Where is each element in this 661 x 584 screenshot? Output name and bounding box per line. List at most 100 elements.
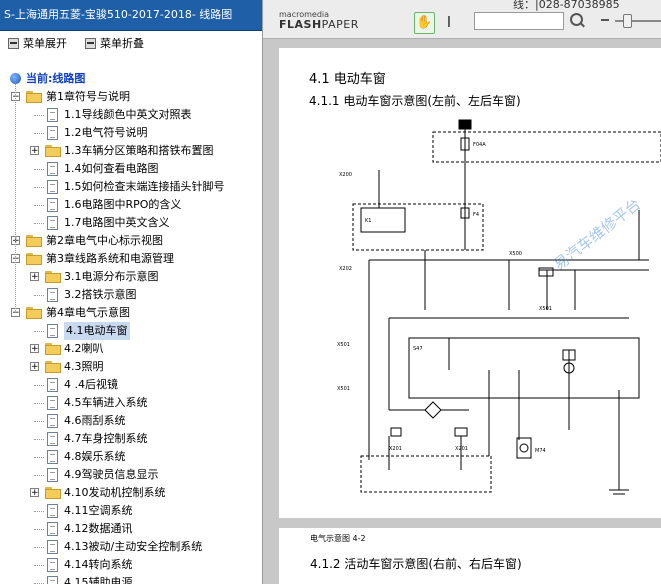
folder-icon <box>45 271 61 283</box>
text-select-icon[interactable]: I <box>444 12 454 32</box>
tree-root-label: 当前:线路图 <box>26 72 86 85</box>
tree-folder-item[interactable]: + 第2章电气中心标示视图 <box>0 232 262 250</box>
tree-doc-item[interactable]: 1.5如何检查末端连接插头针脚号 <box>0 178 262 196</box>
expand-menu-button[interactable]: 菜单展开 <box>8 35 67 51</box>
tree-doc-item[interactable]: 4.6雨刮系统 <box>0 412 262 430</box>
flashpaper-logo: macromedia FLASHPAPER <box>279 10 359 31</box>
svg-text:X201: X201 <box>389 446 402 452</box>
hand-tool-icon[interactable]: ✋ <box>414 12 435 34</box>
folder-icon <box>26 253 42 265</box>
tree-doc-item[interactable]: 1.6电路图中RPO的含义 <box>0 196 262 214</box>
tree-folder-item[interactable]: − 第4章电气示意图 <box>0 304 262 322</box>
tree-folder-item[interactable]: +1.3车辆分区策略和搭铁布置图 <box>0 142 262 160</box>
tree-doc-item[interactable]: 4.15辅助电源 <box>0 574 262 584</box>
tree-doc-item[interactable]: 1.7电路图中英文含义 <box>0 214 262 232</box>
expand-node-icon[interactable]: + <box>30 272 39 282</box>
tree-item-label: 4.11空调系统 <box>64 504 133 517</box>
zoom-out-icon[interactable] <box>601 19 609 21</box>
tree-folder-item[interactable]: − 第3章线路系统和电源管理 <box>0 250 262 268</box>
document-icon <box>47 126 58 140</box>
collapse-menu-button[interactable]: 菜单折叠 <box>85 35 144 51</box>
document-page-2: 电气示意图 4-2 4.1.2 活动车窗示意图(右前、右后车窗) <box>279 528 661 584</box>
expand-node-icon[interactable]: + <box>30 146 39 156</box>
folder-icon <box>45 361 61 373</box>
zoom-slider-handle[interactable] <box>623 14 632 28</box>
document-icon <box>47 450 58 464</box>
document-icon <box>47 414 58 428</box>
tree-folder-item[interactable]: − 第1章符号与说明 <box>0 88 262 106</box>
svg-text:X501: X501 <box>337 342 350 348</box>
tree-folder-item[interactable]: +4.2喇叭 <box>0 340 262 358</box>
expand-node-icon[interactable]: + <box>30 362 39 372</box>
tree-connector <box>34 223 44 224</box>
tree-item-label: 4.6雨刮系统 <box>64 414 126 427</box>
svg-text:X202: X202 <box>339 266 352 272</box>
tree-doc-item[interactable]: 4.1电动车窗 <box>0 322 262 340</box>
tree-connector <box>34 205 44 206</box>
document-icon <box>47 198 58 212</box>
tree-doc-item[interactable]: 4.7车身控制系统 <box>0 430 262 448</box>
flashpaper-toolbar: 线：|028-87038985 macromedia FLASHPAPER ✋ … <box>263 0 661 39</box>
collapse-icon <box>85 37 96 49</box>
tree-item-label: 第2章电气中心标示视图 <box>46 234 163 247</box>
tree-doc-item[interactable]: 1.2电气符号说明 <box>0 124 262 142</box>
tree-folder-item[interactable]: +4.10发动机控制系统 <box>0 484 262 502</box>
tree-doc-item[interactable]: 4.11空调系统 <box>0 502 262 520</box>
tree-item-label: 4.7车身控制系统 <box>64 432 148 445</box>
svg-text:X500: X500 <box>509 251 522 257</box>
figure-caption: 电气示意图 4-2 <box>310 534 366 543</box>
document-icon <box>47 216 58 230</box>
folder-icon <box>26 235 42 247</box>
expand-node-icon[interactable]: + <box>30 344 39 354</box>
document-icon <box>47 468 58 482</box>
svg-text:F4: F4 <box>473 212 479 218</box>
tree-doc-item[interactable]: 4.5车辆进入系统 <box>0 394 262 412</box>
expand-node-icon[interactable]: + <box>30 488 39 498</box>
collapse-menu-label: 菜单折叠 <box>100 37 144 50</box>
zoom-slider[interactable] <box>615 20 661 22</box>
tree-doc-item[interactable]: 3.2搭铁示意图 <box>0 286 262 304</box>
tree-connector <box>34 511 44 512</box>
tree-connector <box>34 169 44 170</box>
tree-connector <box>34 565 44 566</box>
tree-item-label: 3.1电源分布示意图 <box>64 270 159 283</box>
tree-doc-item[interactable]: 1.4如何查看电路图 <box>0 160 262 178</box>
document-icon <box>47 558 58 572</box>
tree-connector <box>34 529 44 530</box>
document-icon <box>47 504 58 518</box>
tree-connector <box>34 439 44 440</box>
search-input[interactable] <box>474 12 564 30</box>
tree-item-label: 4.8娱乐系统 <box>64 450 126 463</box>
tree-item-label: 4.1电动车窗 <box>64 322 130 340</box>
tree-doc-item[interactable]: 4.13被动/主动安全控制系统 <box>0 538 262 556</box>
expand-menu-label: 菜单展开 <box>23 37 67 50</box>
tree-root[interactable]: 当前:线路图 <box>0 70 262 88</box>
tree-doc-item[interactable]: 1.1导线颜色中英文对照表 <box>0 106 262 124</box>
tree-connector <box>34 475 44 476</box>
tree-connector <box>34 385 44 386</box>
tree-item-label: 4.3照明 <box>64 360 104 373</box>
tree-connector <box>34 187 44 188</box>
search-icon[interactable] <box>570 13 583 26</box>
logo-flash: FLASH <box>279 18 322 31</box>
navigation-panel: S-上海通用五菱-宝骏510-2017-2018- 线路图 菜单展开 菜单折叠 … <box>0 0 263 584</box>
document-icon <box>47 396 58 410</box>
tree-folder-item[interactable]: +4.3照明 <box>0 358 262 376</box>
tree-folder-item[interactable]: +3.1电源分布示意图 <box>0 268 262 286</box>
tree-connector <box>34 421 44 422</box>
tree-connector <box>34 403 44 404</box>
tree-connector <box>34 295 44 296</box>
tree-doc-item[interactable]: 4 .4后视镜 <box>0 376 262 394</box>
tree-item-label: 4.14转向系统 <box>64 558 133 571</box>
tree-doc-item[interactable]: 4.9驾驶员信息显示 <box>0 466 262 484</box>
tree-doc-item[interactable]: 4.8娱乐系统 <box>0 448 262 466</box>
tree-doc-item[interactable]: 4.12数据通讯 <box>0 520 262 538</box>
tree-connector <box>34 331 44 332</box>
svg-text:X501: X501 <box>539 306 552 312</box>
tree-item-label: 4.2喇叭 <box>64 342 104 355</box>
document-icon <box>47 288 58 302</box>
tree-doc-item[interactable]: 4.14转向系统 <box>0 556 262 574</box>
folder-icon <box>45 145 61 157</box>
tree-toolbar: 菜单展开 菜单折叠 <box>0 31 262 55</box>
tree-item-label: 1.2电气符号说明 <box>64 126 148 139</box>
